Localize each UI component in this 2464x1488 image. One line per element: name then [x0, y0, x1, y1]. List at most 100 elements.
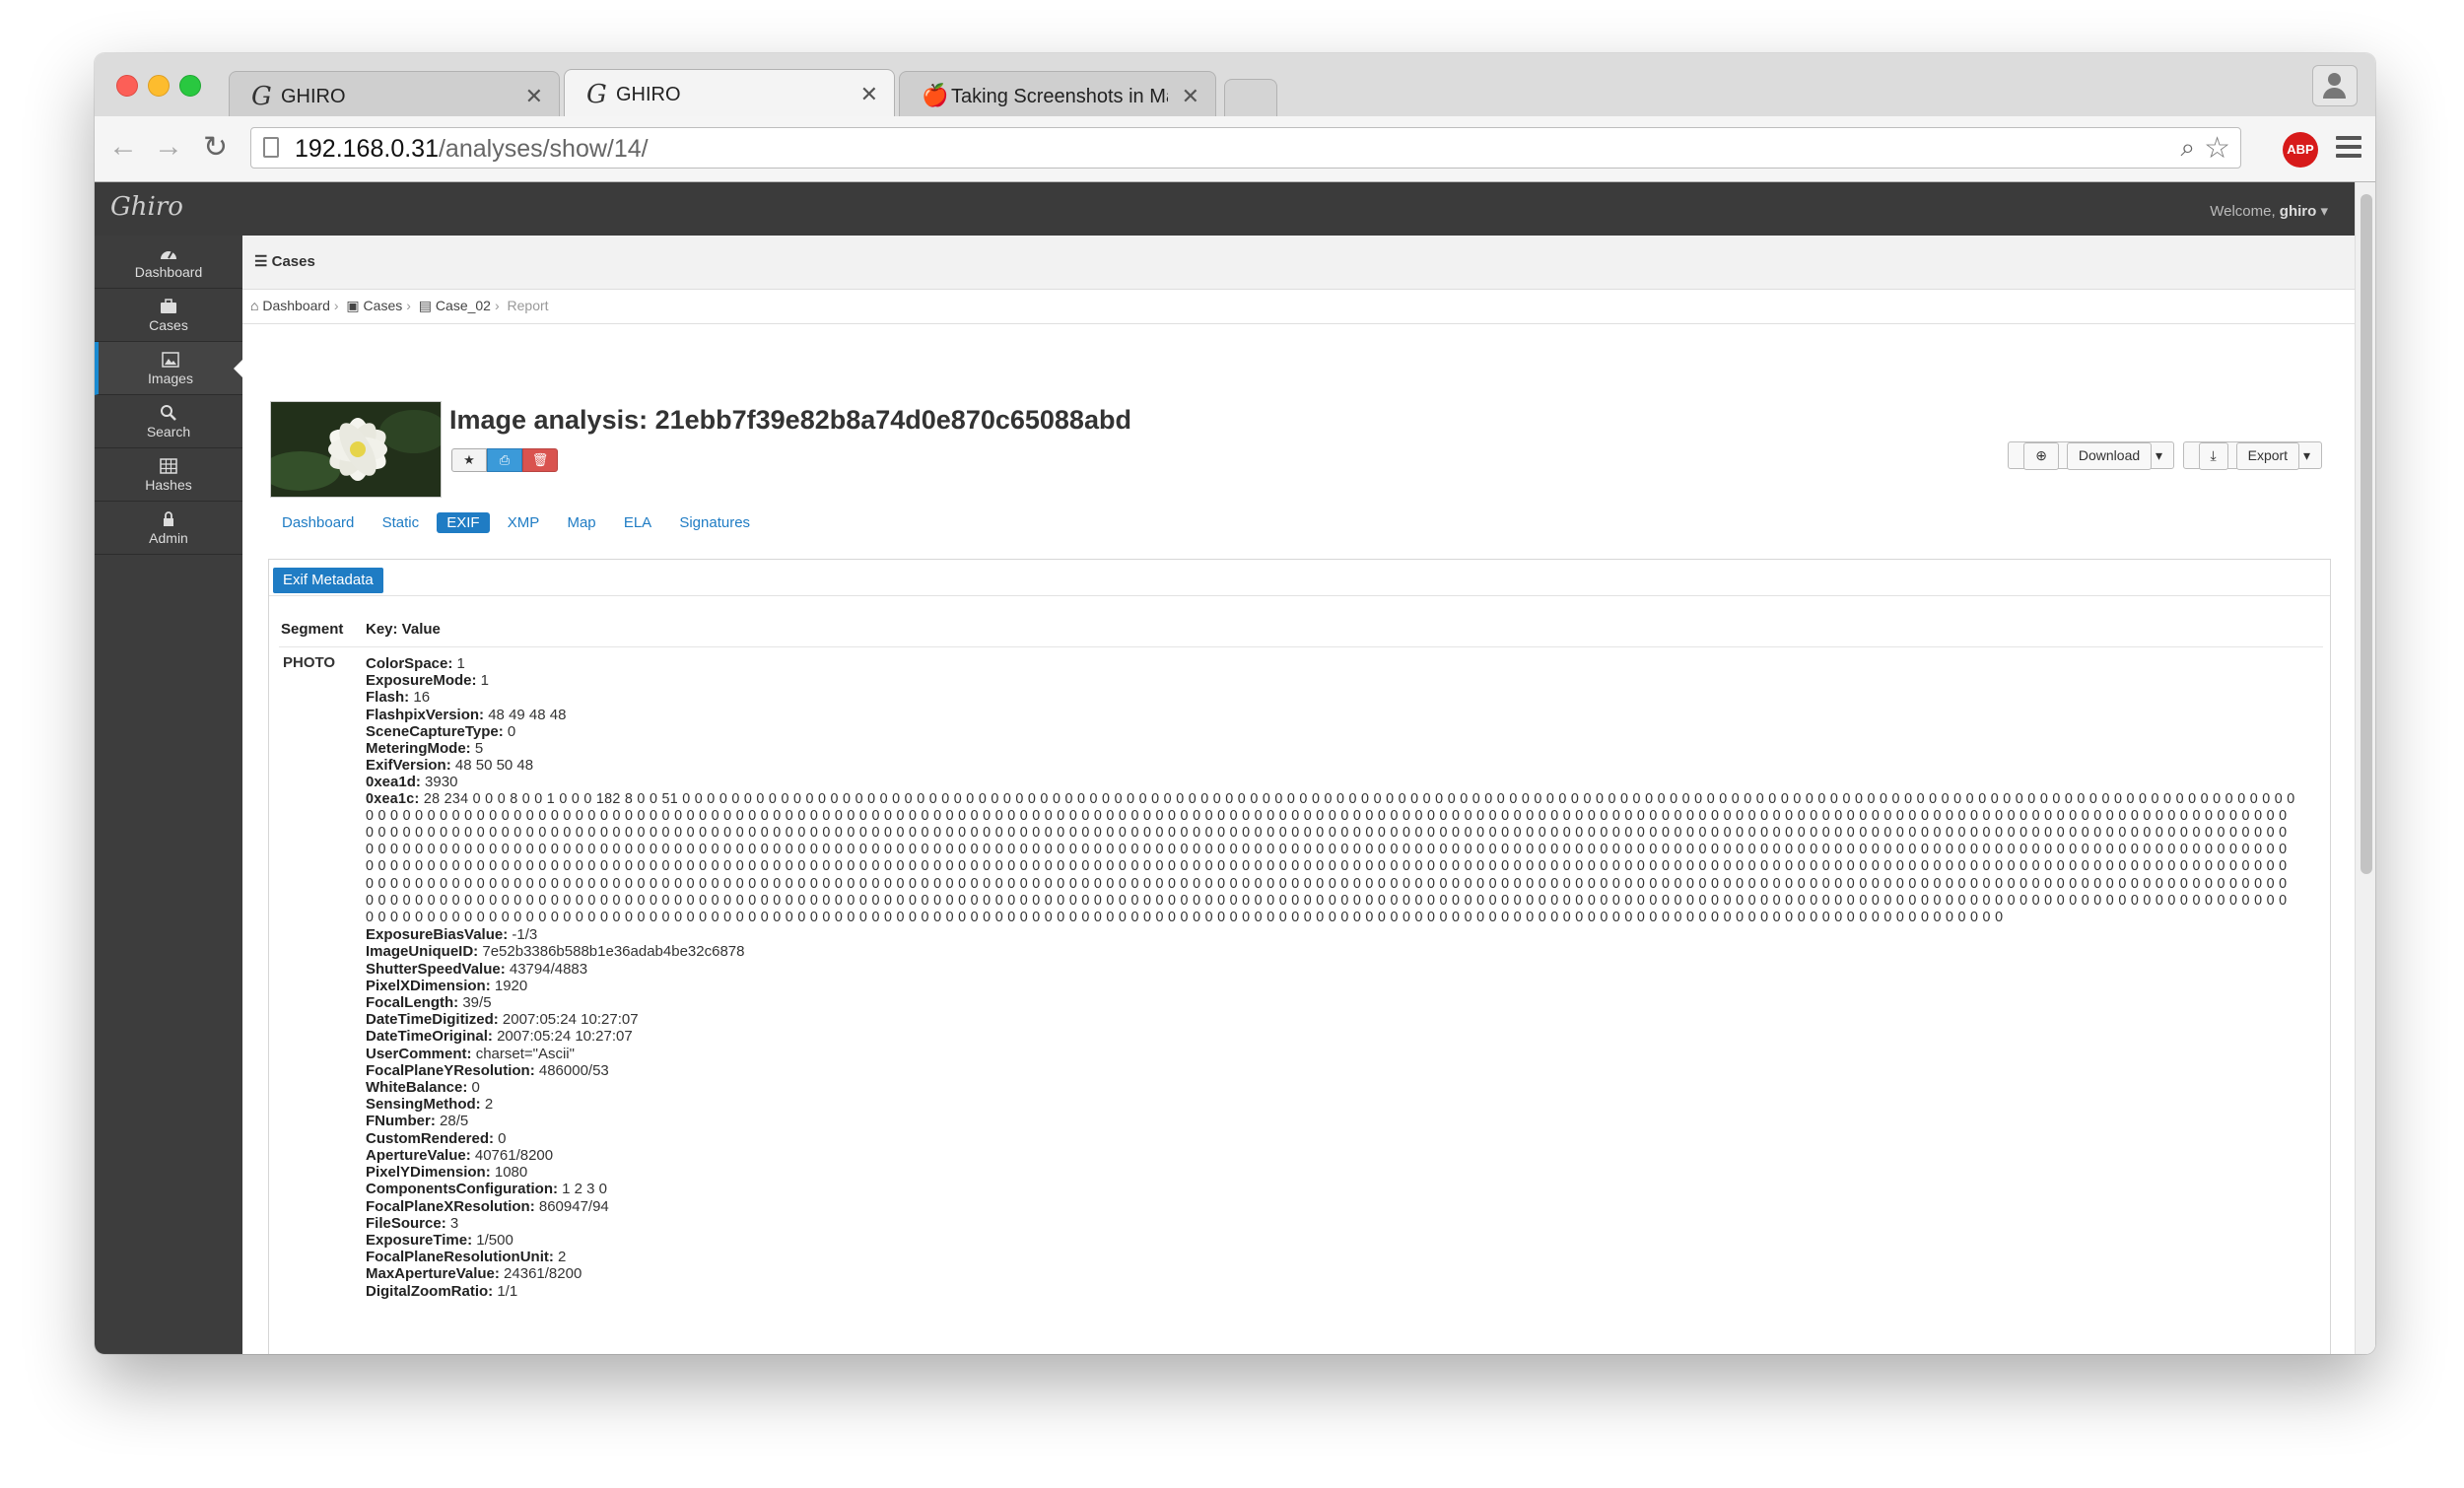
exif-value: 1/500: [472, 1231, 513, 1249]
briefcase-icon: [161, 299, 176, 313]
breadcrumb-current: Report: [507, 298, 549, 313]
breadcrumb-case[interactable]: Case_02: [436, 298, 491, 313]
exif-panel: Exif Metadata Segment Key: Value PHOTO C…: [268, 559, 2331, 1354]
exif-value: 7e52b3386b588b1e36adab4be32c6878: [478, 943, 745, 961]
profile-icon[interactable]: [2312, 65, 2358, 106]
exif-row: FileSource: 3: [366, 1215, 2297, 1232]
exif-value: 39/5: [458, 994, 492, 1012]
exif-value: 1: [476, 672, 490, 690]
address-bar[interactable]: 192.168.0.31/analyses/show/14/ ⌕ ☆: [250, 127, 2241, 169]
tab-ela[interactable]: ELA: [614, 512, 661, 533]
new-tab-button[interactable]: [1224, 79, 1277, 116]
page-title: Image analysis: 21ebb7f39e82b8a74d0e870c…: [449, 405, 1131, 435]
delete-trash-button[interactable]: 🗑: [522, 448, 558, 472]
exif-key: ExposureMode:: [366, 672, 477, 690]
breadcrumb: ⌂ Dashboard › ▣ Cases › ▤ Case_02 › Report: [250, 298, 549, 313]
active-arrow: [234, 360, 242, 377]
exif-value: 3930: [420, 774, 458, 791]
exif-key: MeteringMode:: [366, 740, 471, 758]
search-icon: [161, 405, 176, 421]
tab-signatures[interactable]: Signatures: [669, 512, 760, 533]
user-menu[interactable]: Welcome, ghiro ▾: [2210, 202, 2328, 220]
exif-value: 48 49 48 48: [484, 706, 567, 723]
dashboard-icon: [161, 250, 176, 259]
breadcrumb-dashboard[interactable]: Dashboard: [262, 298, 330, 313]
browser-tab-2[interactable]: G GHIRO ✕: [564, 69, 895, 117]
exif-value: -1/3: [508, 926, 538, 944]
browser-tab-3[interactable]: 🍎 Taking Screenshots in Mac ✕: [899, 71, 1216, 116]
tab-xmp[interactable]: XMP: [498, 512, 550, 533]
browser-tab-1[interactable]: G GHIRO ✕: [229, 71, 560, 116]
hamburger-menu-icon[interactable]: [2336, 136, 2361, 163]
page-viewport: Ghiro Welcome, ghiro ▾ Dashboard Cases I…: [95, 182, 2375, 1354]
export-button[interactable]: ⤓ Export ▾: [2182, 441, 2322, 470]
sidebar-item-admin[interactable]: Admin: [95, 502, 242, 555]
bookmark-star-icon[interactable]: ☆: [2204, 131, 2230, 166]
exif-value: 3: [445, 1214, 459, 1232]
image-thumbnail[interactable]: [270, 401, 442, 498]
ghiro-logo[interactable]: Ghiro: [110, 192, 183, 222]
minimize-window-button[interactable]: [148, 75, 170, 97]
tab-title: GHIRO: [616, 84, 681, 105]
exif-row: ExposureTime: 1/500: [366, 1232, 2297, 1249]
tab-exif[interactable]: EXIF: [437, 512, 490, 533]
exif-row: FocalLength: 39/5: [366, 994, 2297, 1011]
briefcase-icon: ▣: [346, 298, 360, 313]
close-window-button[interactable]: [116, 75, 138, 97]
download-button[interactable]: ⊕ Download ▾: [2008, 441, 2175, 470]
exif-key: UserComment:: [366, 1045, 472, 1062]
sidebar-item-cases[interactable]: Cases: [95, 289, 242, 342]
section-title: ☰ Cases: [254, 253, 315, 270]
image-icon: [162, 352, 179, 368]
exif-row: PixelYDimension: 1080: [366, 1164, 2297, 1181]
url-text[interactable]: 192.168.0.31/analyses/show/14/: [295, 135, 649, 164]
exif-key: 0xea1c:: [366, 790, 420, 807]
tab-dashboard[interactable]: Dashboard: [272, 512, 364, 533]
main-content: ☰ Cases ⌂ Dashboard › ▣ Cases › ▤ Case_02 ›…: [242, 236, 2356, 1354]
exif-value: 40761/8200: [470, 1146, 554, 1164]
zoom-window-button[interactable]: [179, 75, 201, 97]
forward-arrow-icon[interactable]: →: [154, 130, 183, 164]
print-button[interactable]: ⎙: [487, 448, 522, 472]
reload-icon[interactable]: ↻: [203, 130, 228, 165]
image-action-buttons: ★ ⎙ 🗑: [451, 448, 558, 472]
close-icon[interactable]: ✕: [1182, 84, 1199, 109]
exif-row: DateTimeDigitized: 2007:05:24 10:27:07: [366, 1011, 2297, 1028]
scrollbar-thumb[interactable]: [2361, 194, 2372, 874]
scrollbar[interactable]: [2355, 182, 2375, 1354]
tab-static[interactable]: Static: [373, 512, 430, 533]
list-icon: ☰: [254, 253, 268, 270]
exif-key: ImageUniqueID:: [366, 943, 479, 961]
apple-icon: 🍎: [922, 84, 949, 108]
zoom-icon[interactable]: ⌕: [2180, 132, 2195, 164]
adblock-icon[interactable]: ABP: [2283, 132, 2318, 168]
back-arrow-icon[interactable]: ←: [108, 130, 138, 164]
tab-title: Taking Screenshots in Mac: [951, 86, 1168, 107]
tab-map[interactable]: Map: [557, 512, 605, 533]
exif-key: CustomRendered:: [366, 1129, 495, 1147]
exif-value: 48 50 50 48: [450, 757, 534, 775]
exif-row: ExposureBiasValue: -1/3: [366, 926, 2297, 943]
page-icon: [263, 137, 279, 158]
column-header-keyvalue: Key: Value: [366, 621, 441, 638]
export-icon: ⤓: [2198, 442, 2228, 470]
analysis-tabs: Dashboard Static EXIF XMP Map ELA Signat…: [272, 512, 764, 533]
close-icon[interactable]: ✕: [860, 82, 878, 107]
exif-key: DateTimeOriginal:: [366, 1028, 493, 1046]
exif-row: SceneCaptureType: 0: [366, 723, 2297, 740]
exif-row: PixelXDimension: 1920: [366, 978, 2297, 994]
sidebar-item-dashboard[interactable]: Dashboard: [95, 236, 242, 289]
breadcrumb-cases[interactable]: Cases: [364, 298, 403, 313]
exif-row: WhiteBalance: 0: [366, 1079, 2297, 1096]
exif-key: WhiteBalance:: [366, 1079, 468, 1097]
close-icon[interactable]: ✕: [525, 84, 543, 109]
browser-toolbar: ← → ↻ 192.168.0.31/analyses/show/14/ ⌕ ☆…: [95, 116, 2375, 182]
sidebar-item-search[interactable]: Search: [95, 395, 242, 448]
favorite-star-button[interactable]: ★: [451, 448, 487, 472]
exif-value: 16: [409, 689, 431, 707]
exif-key: ApertureValue:: [366, 1146, 471, 1164]
sidebar-item-hashes[interactable]: Hashes: [95, 448, 242, 502]
exif-key: FNumber:: [366, 1113, 436, 1130]
sidebar-item-images[interactable]: Images: [95, 342, 242, 395]
divider: [242, 323, 2356, 324]
